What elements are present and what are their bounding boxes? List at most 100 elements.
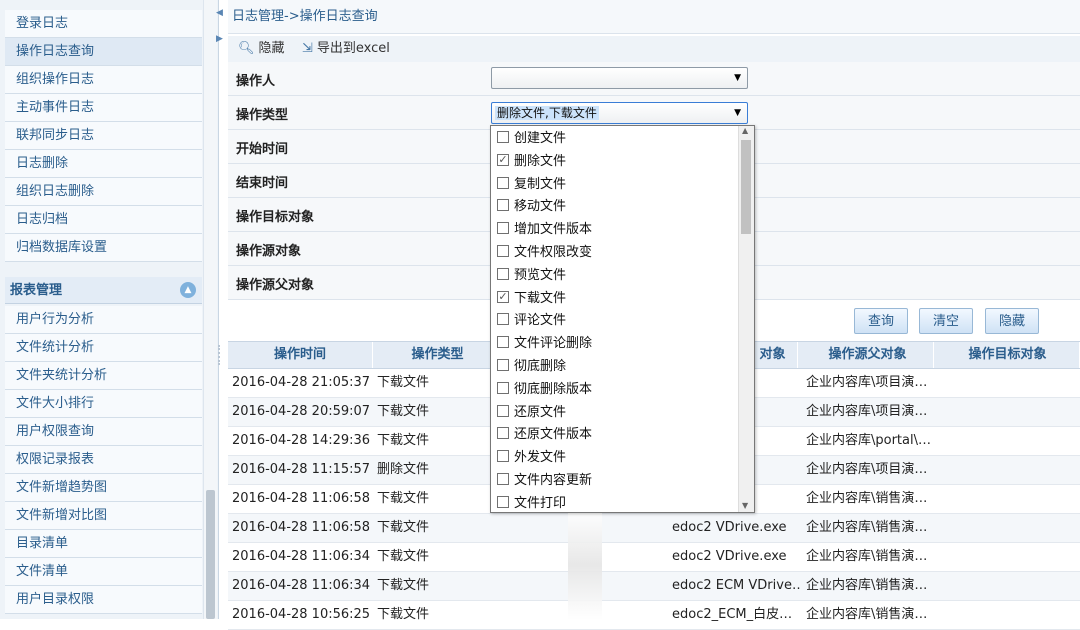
optype-option[interactable]: 文件权限改变 — [491, 241, 737, 264]
optype-select[interactable]: 删除文件,下载文件 ▼ — [491, 102, 748, 124]
column-header-time[interactable]: 操作时间 — [228, 342, 373, 368]
column-header-source-parent[interactable]: 操作源父对象 — [802, 342, 934, 368]
option-checkbox[interactable]: ✓ — [497, 290, 509, 303]
target-object-label: 操作目标对象 — [236, 210, 315, 225]
sidebar-item[interactable]: 目录清单 — [5, 530, 202, 558]
sidebar-item[interactable]: 登录日志 — [5, 10, 202, 38]
sidebar-item[interactable]: 文件统计分析 — [5, 334, 202, 362]
collapse-up-icon[interactable]: ▲ — [180, 282, 196, 298]
optype-option[interactable]: 复制文件 — [491, 173, 737, 196]
column-header-target[interactable]: 操作目标对象 — [936, 342, 1080, 368]
table-row[interactable]: 2016-04-28 10:56:25 下载文件 edoc2_ECM_白皮… 企业内容… — [228, 601, 1080, 630]
collapse-left-icon[interactable]: ◀ — [216, 8, 223, 18]
export-excel-button[interactable]: ⇲ 导出到excel — [302, 36, 390, 62]
optype-option[interactable]: 还原文件版本 — [491, 423, 737, 446]
export-excel-label: 导出到excel — [316, 41, 390, 56]
clear-button[interactable]: 清空 — [919, 308, 973, 334]
optype-option[interactable]: 文件评论删除 — [491, 332, 737, 355]
sidebar-group-report[interactable]: 报表管理 ▲ — [5, 277, 202, 304]
sidebar-item[interactable]: 文件清单 — [5, 558, 202, 586]
optype-dropdown-list[interactable]: 创建文件 ✓ 删除文件复制文件移动文件增加文件版本 文件权限改变预览文件 ✓ 下载文件 评论… — [490, 125, 755, 513]
optype-option[interactable]: 增加文件版本 — [491, 218, 737, 241]
sidebar-item[interactable]: 归档数据库设置 — [5, 234, 202, 262]
query-button[interactable]: 查询 — [854, 308, 908, 334]
column-header-type[interactable]: 操作类型 — [373, 342, 503, 368]
option-checkbox[interactable] — [497, 359, 509, 371]
table-cell: 2016-04-28 11:06:34 — [232, 549, 371, 564]
option-checkbox[interactable] — [497, 222, 509, 235]
option-checkbox[interactable] — [497, 473, 509, 485]
sidebar-item[interactable]: 操作日志查询 — [5, 38, 202, 66]
option-checkbox[interactable] — [497, 450, 509, 463]
optype-option[interactable]: 彻底删除 — [491, 355, 737, 378]
optype-option[interactable]: 还原文件 — [491, 401, 737, 424]
option-checkbox[interactable] — [497, 427, 509, 440]
export-icon: ⇲ — [302, 41, 313, 56]
sidebar-item[interactable]: 用户行为分析 — [5, 306, 202, 334]
sidebar-item[interactable]: 用户目录权限 — [5, 586, 202, 614]
option-checkbox[interactable] — [497, 336, 509, 349]
table-cell: 2016-04-28 10:56:25 — [232, 607, 371, 622]
option-label: 彻底删除版本 — [514, 381, 593, 397]
operator-label: 操作人 — [236, 74, 276, 89]
dropdown-scrollbar-thumb[interactable] — [741, 140, 751, 234]
option-checkbox[interactable] — [497, 381, 509, 394]
table-row[interactable]: 2016-04-28 11:06:34 下载文件 edoc2 VDrive.exe 企… — [228, 543, 1080, 572]
splitter-grip[interactable] — [218, 345, 223, 365]
table-cell: 下载文件 — [377, 520, 430, 535]
optype-option[interactable]: ✓ 下载文件 — [491, 287, 737, 310]
optype-option[interactable]: 文件内容更新 — [491, 469, 737, 492]
table-cell: 企业内容库\项目演… — [806, 462, 928, 477]
optype-select-value: 删除文件,下载文件 — [495, 106, 599, 120]
optype-option[interactable]: 预览文件 — [491, 264, 737, 287]
table-row[interactable]: 2016-04-28 11:06:58 下载文件 edoc2 VDrive.exe 企… — [228, 514, 1080, 543]
operator-select[interactable]: ▼ — [491, 67, 748, 89]
sidebar-item[interactable]: 文件大小排行 — [5, 390, 202, 418]
optype-option[interactable]: 创建文件 — [491, 127, 737, 150]
option-label: 移动文件 — [514, 199, 567, 215]
hide-button[interactable]: 隐藏 — [985, 308, 1039, 334]
table-cell — [936, 601, 1080, 629]
sidebar-item[interactable]: 文件新增对比图 — [5, 502, 202, 530]
hide-search-button[interactable]: 🔍︎ 隐藏 — [238, 36, 285, 62]
sidebar-item[interactable]: 组织日志删除 — [5, 178, 202, 206]
sidebar-item[interactable]: 组织操作日志 — [5, 66, 202, 94]
option-checkbox[interactable] — [497, 267, 509, 280]
option-checkbox[interactable] — [497, 199, 509, 212]
optype-option[interactable]: 彻底删除版本 — [491, 378, 737, 401]
optype-option[interactable]: 移动文件 — [491, 195, 737, 218]
optype-option[interactable]: ✓ 删除文件 — [491, 150, 737, 173]
expand-right-icon[interactable]: ▶ — [216, 34, 223, 44]
option-checkbox[interactable] — [497, 176, 509, 189]
sidebar-item[interactable]: 主动事件日志 — [5, 94, 202, 122]
sidebar-item[interactable]: 文件新增趋势图 — [5, 474, 202, 502]
scroll-up-icon[interactable]: ▲ — [742, 126, 748, 135]
sidebar-item[interactable]: 用户权限查询 — [5, 418, 202, 446]
table-cell: 企业内容库\项目演… — [806, 375, 928, 390]
table-cell: edoc2 VDrive.exe — [672, 549, 787, 564]
scroll-down-icon[interactable]: ▼ — [742, 501, 748, 510]
table-cell: 企业内容库\销售演… — [806, 578, 928, 593]
option-checkbox[interactable] — [497, 245, 509, 257]
sidebar-item[interactable]: 权限记录报表 — [5, 446, 202, 474]
option-checkbox[interactable] — [497, 404, 509, 417]
option-checkbox[interactable] — [497, 131, 509, 143]
option-checkbox[interactable]: ✓ — [497, 153, 509, 166]
dropdown-scrollbar[interactable]: ▲ ▼ — [738, 126, 754, 512]
table-row[interactable]: 2016-04-28 11:06:34 下载文件 edoc2 ECM VDrive…… — [228, 572, 1080, 601]
sidebar-scrollbar-thumb[interactable] — [206, 490, 215, 619]
optype-option[interactable]: 外发文件 — [491, 446, 737, 469]
option-checkbox[interactable] — [497, 495, 509, 508]
sidebar-item[interactable]: 文件夹统计分析 — [5, 362, 202, 390]
option-checkbox[interactable] — [497, 313, 509, 326]
optype-option[interactable]: 文件打印 — [491, 492, 737, 512]
option-label: 预览文件 — [514, 267, 567, 283]
sidebar-item[interactable]: 日志归档 — [5, 206, 202, 234]
optype-option[interactable]: 评论文件 — [491, 309, 737, 332]
option-label: 复制文件 — [514, 176, 567, 192]
table-cell: edoc2_ECM_白皮… — [672, 607, 793, 622]
sidebar-item[interactable]: 日志删除 — [5, 150, 202, 178]
sidebar-scrollbar[interactable] — [203, 0, 217, 619]
sidebar-item[interactable]: 联邦同步日志 — [5, 122, 202, 150]
sidebar-group-title: 报表管理 — [10, 283, 63, 298]
